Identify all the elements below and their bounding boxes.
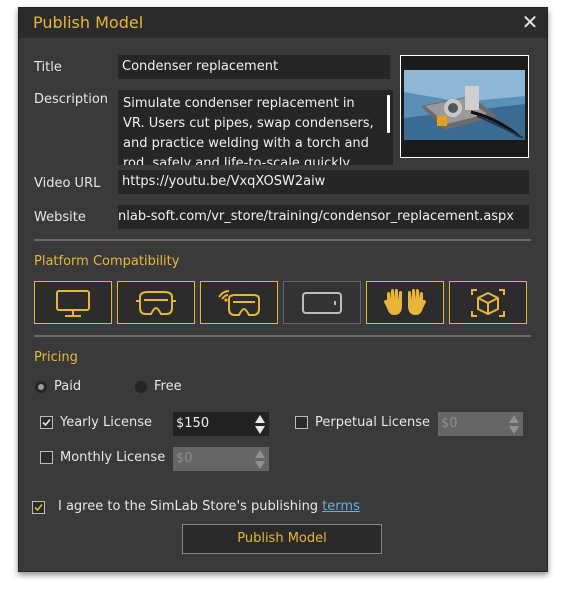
ar-cube-icon [471,288,505,317]
agree-terms-label: I agree to the SimLab Store's publishing… [58,499,360,514]
platform-wireless-vr-toggle[interactable] [200,281,278,324]
monthly-price-value: $0 [176,451,193,466]
video-url-input[interactable]: https://youtu.be/VxqXOSW2aiw [118,170,529,194]
vr-headset-icon [136,290,176,315]
dialog-title: Publish Model [33,13,144,32]
perpetual-license-checkbox[interactable] [295,416,308,429]
separator-platform [34,239,531,241]
monthly-license-label: Monthly License [60,450,166,465]
title-input[interactable]: Condenser replacement [118,55,390,79]
yearly-license-label: Yearly License [60,415,152,430]
perpetual-price-value: $0 [441,416,458,431]
platform-heading: Platform Compatibility [34,254,180,269]
platform-hand-tracking-toggle[interactable] [366,281,444,324]
platform-vr-headset-toggle[interactable] [117,281,195,324]
platform-desktop-toggle[interactable] [34,281,112,324]
description-label: Description [34,92,109,107]
monthly-license-checkbox[interactable] [40,451,53,464]
publish-model-button[interactable]: Publish Model [182,524,382,554]
platform-ar-toggle[interactable] [449,281,527,324]
wireless-vr-headset-icon [218,289,260,316]
spin-up-icon[interactable] [255,450,265,458]
model-thumbnail[interactable] [400,55,529,158]
description-text: Simulate condenser replacement in VR. Us… [123,96,374,165]
spin-up-icon[interactable] [509,415,519,423]
spin-down-icon[interactable] [255,461,265,469]
hand-tracking-icon [384,288,426,315]
website-label: Website [34,210,86,225]
free-label: Free [154,379,182,394]
agree-terms-text: I agree to the SimLab Store's publishing [58,499,323,514]
yearly-price-spinner[interactable]: $150 [173,412,269,436]
terms-link[interactable]: terms [322,499,360,514]
spin-down-icon[interactable] [255,426,265,434]
paid-label: Paid [54,379,82,394]
video-url-label: Video URL [34,176,101,191]
perpetual-license-label: Perpetual License [315,415,431,430]
perpetual-price-spinner[interactable]: $0 [438,412,523,436]
desktop-monitor-icon [56,289,90,317]
publish-model-dialog: Publish Model ✕ Title Condenser replacem… [18,7,548,572]
monthly-price-spinner[interactable]: $0 [173,447,269,471]
platform-tablet-toggle[interactable] [283,281,361,324]
close-icon[interactable]: ✕ [519,10,541,34]
description-textarea[interactable]: Simulate condenser replacement in VR. Us… [118,90,393,165]
checkmark-icon [34,503,43,512]
title-label: Title [34,60,62,75]
yearly-price-value: $150 [176,416,210,431]
dialog-titlebar: Publish Model ✕ [19,8,547,38]
description-scrollbar[interactable] [387,95,390,133]
agree-terms-checkbox[interactable] [32,501,45,514]
thumbnail-image [401,56,528,157]
free-radio[interactable] [135,381,147,393]
website-input[interactable]: nlab-soft.com/vr_store/training/condenso… [118,205,529,229]
tablet-icon [302,291,342,314]
checkmark-icon [42,418,51,427]
separator-pricing [34,335,531,337]
spin-down-icon[interactable] [509,426,519,434]
spin-up-icon[interactable] [255,415,265,423]
yearly-license-checkbox[interactable] [40,416,53,429]
pricing-heading: Pricing [34,350,78,365]
paid-radio[interactable] [35,381,47,393]
